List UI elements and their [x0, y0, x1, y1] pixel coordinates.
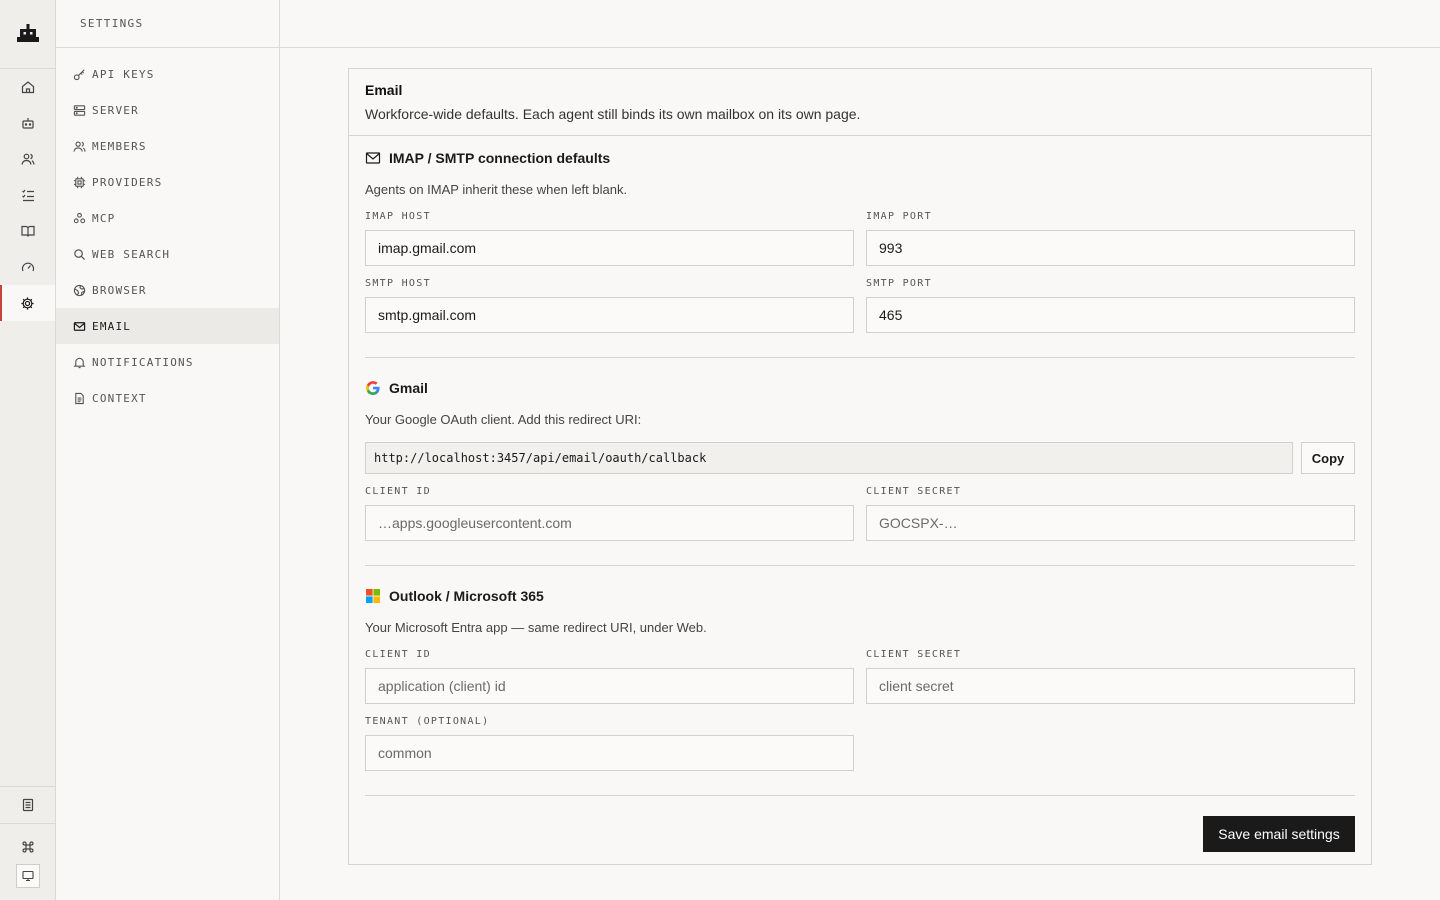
bell-icon	[72, 355, 86, 369]
outlook-note: Your Microsoft Entra app — same redirect…	[365, 620, 707, 635]
imap-host-label: IMAP HOST	[365, 211, 431, 222]
nav-item-context[interactable]: CONTEXT	[56, 380, 279, 416]
outlook-client-secret-input[interactable]: client secret	[866, 668, 1355, 704]
gmail-section-title: Gmail	[365, 380, 428, 396]
nav-item-label: API KEYS	[92, 67, 155, 81]
imap-host-input[interactable]: imap.gmail.com	[365, 230, 854, 266]
server-icon	[72, 103, 86, 117]
save-email-settings-button[interactable]: Save email settings	[1203, 816, 1355, 852]
nav-item-providers[interactable]: PROVIDERS	[56, 164, 279, 200]
agent-icon[interactable]	[0, 105, 55, 141]
nav-item-web-search[interactable]: WEB SEARCH	[56, 236, 279, 272]
key-icon	[72, 67, 86, 81]
gmail-client-id-input[interactable]: …apps.googleusercontent.com	[365, 505, 854, 541]
nav-item-label: NOTIFICATIONS	[92, 355, 194, 369]
nav-item-label: MEMBERS	[92, 139, 147, 153]
gmail-client-secret-label: CLIENT SECRET	[866, 486, 962, 497]
nav-item-mcp[interactable]: MCP	[56, 200, 279, 236]
nav-item-email[interactable]: EMAIL	[56, 308, 279, 344]
nav-item-api-keys[interactable]: API KEYS	[56, 56, 279, 92]
nav-item-server[interactable]: SERVER	[56, 92, 279, 128]
gauge-icon[interactable]	[0, 249, 55, 285]
app-rail	[0, 0, 56, 900]
mcp-icon	[72, 211, 86, 225]
email-settings-card: Email Workforce-wide defaults. Each agen…	[348, 68, 1372, 865]
tenant-input[interactable]: common	[365, 735, 854, 771]
smtp-host-label: SMTP HOST	[365, 278, 431, 289]
gmail-note: Your Google OAuth client. Add this redir…	[365, 412, 642, 427]
nav-item-notifications[interactable]: NOTIFICATIONS	[56, 344, 279, 380]
section-divider	[365, 565, 1355, 566]
mail-icon	[72, 319, 86, 333]
gmail-client-secret-input[interactable]: GOCSPX-…	[866, 505, 1355, 541]
settings-icon[interactable]	[0, 285, 55, 321]
users-icon	[72, 139, 86, 153]
nav-item-browser[interactable]: BROWSER	[56, 272, 279, 308]
imap-port-label: IMAP PORT	[866, 211, 932, 222]
google-icon	[365, 380, 381, 396]
smtp-port-input[interactable]: 465	[866, 297, 1355, 333]
imap-port-input[interactable]: 993	[866, 230, 1355, 266]
search-icon	[72, 247, 86, 261]
globe-icon	[72, 283, 86, 297]
nav-item-label: EMAIL	[92, 319, 132, 333]
imap-title-text: IMAP / SMTP connection defaults	[389, 150, 611, 166]
nav-item-label: PROVIDERS	[92, 175, 163, 189]
gmail-client-id-label: CLIENT ID	[365, 486, 431, 497]
smtp-host-input[interactable]: smtp.gmail.com	[365, 297, 854, 333]
outlook-title-text: Outlook / Microsoft 365	[389, 588, 544, 604]
nav-item-label: WEB SEARCH	[92, 247, 171, 261]
mail-icon	[365, 150, 381, 166]
home-icon[interactable]	[0, 69, 55, 105]
chip-icon	[72, 175, 86, 189]
imap-note: Agents on IMAP inherit these when left b…	[365, 182, 628, 197]
robot-logo-icon[interactable]	[0, 0, 55, 69]
nav-item-label: MCP	[92, 211, 116, 225]
copy-button[interactable]: Copy	[1301, 442, 1355, 474]
settings-sidebar: API KEYS SERVER MEMBERS PROVIDERS MCP WE…	[56, 0, 280, 900]
card-description: Workforce-wide defaults. Each agent stil…	[365, 106, 861, 122]
tenant-label: TENANT (OPTIONAL)	[365, 716, 490, 727]
book-icon[interactable]	[0, 213, 55, 249]
smtp-port-label: SMTP PORT	[866, 278, 932, 289]
nav-item-members[interactable]: MEMBERS	[56, 128, 279, 164]
command-icon[interactable]	[0, 829, 55, 865]
nav-item-label: BROWSER	[92, 283, 147, 297]
tasks-icon[interactable]	[0, 177, 55, 213]
document-icon	[72, 391, 86, 405]
imap-section-title: IMAP / SMTP connection defaults	[365, 150, 610, 166]
users-icon[interactable]	[0, 141, 55, 177]
monitor-icon[interactable]	[16, 864, 40, 888]
notes-icon[interactable]	[0, 787, 55, 823]
outlook-client-id-input[interactable]: application (client) id	[365, 668, 854, 704]
microsoft-icon	[365, 588, 381, 604]
card-title: Email	[365, 82, 403, 98]
nav-item-label: SERVER	[92, 103, 139, 117]
section-divider	[365, 795, 1355, 796]
outlook-client-id-label: CLIENT ID	[365, 649, 431, 660]
card-header: Email Workforce-wide defaults. Each agen…	[349, 69, 1371, 136]
section-divider	[365, 357, 1355, 358]
redirect-uri-field[interactable]: http://localhost:3457/api/email/oauth/ca…	[365, 442, 1293, 474]
gmail-title-text: Gmail	[389, 380, 428, 396]
outlook-client-secret-label: CLIENT SECRET	[866, 649, 962, 660]
nav-item-label: CONTEXT	[92, 391, 147, 405]
outlook-section-title: Outlook / Microsoft 365	[365, 588, 544, 604]
